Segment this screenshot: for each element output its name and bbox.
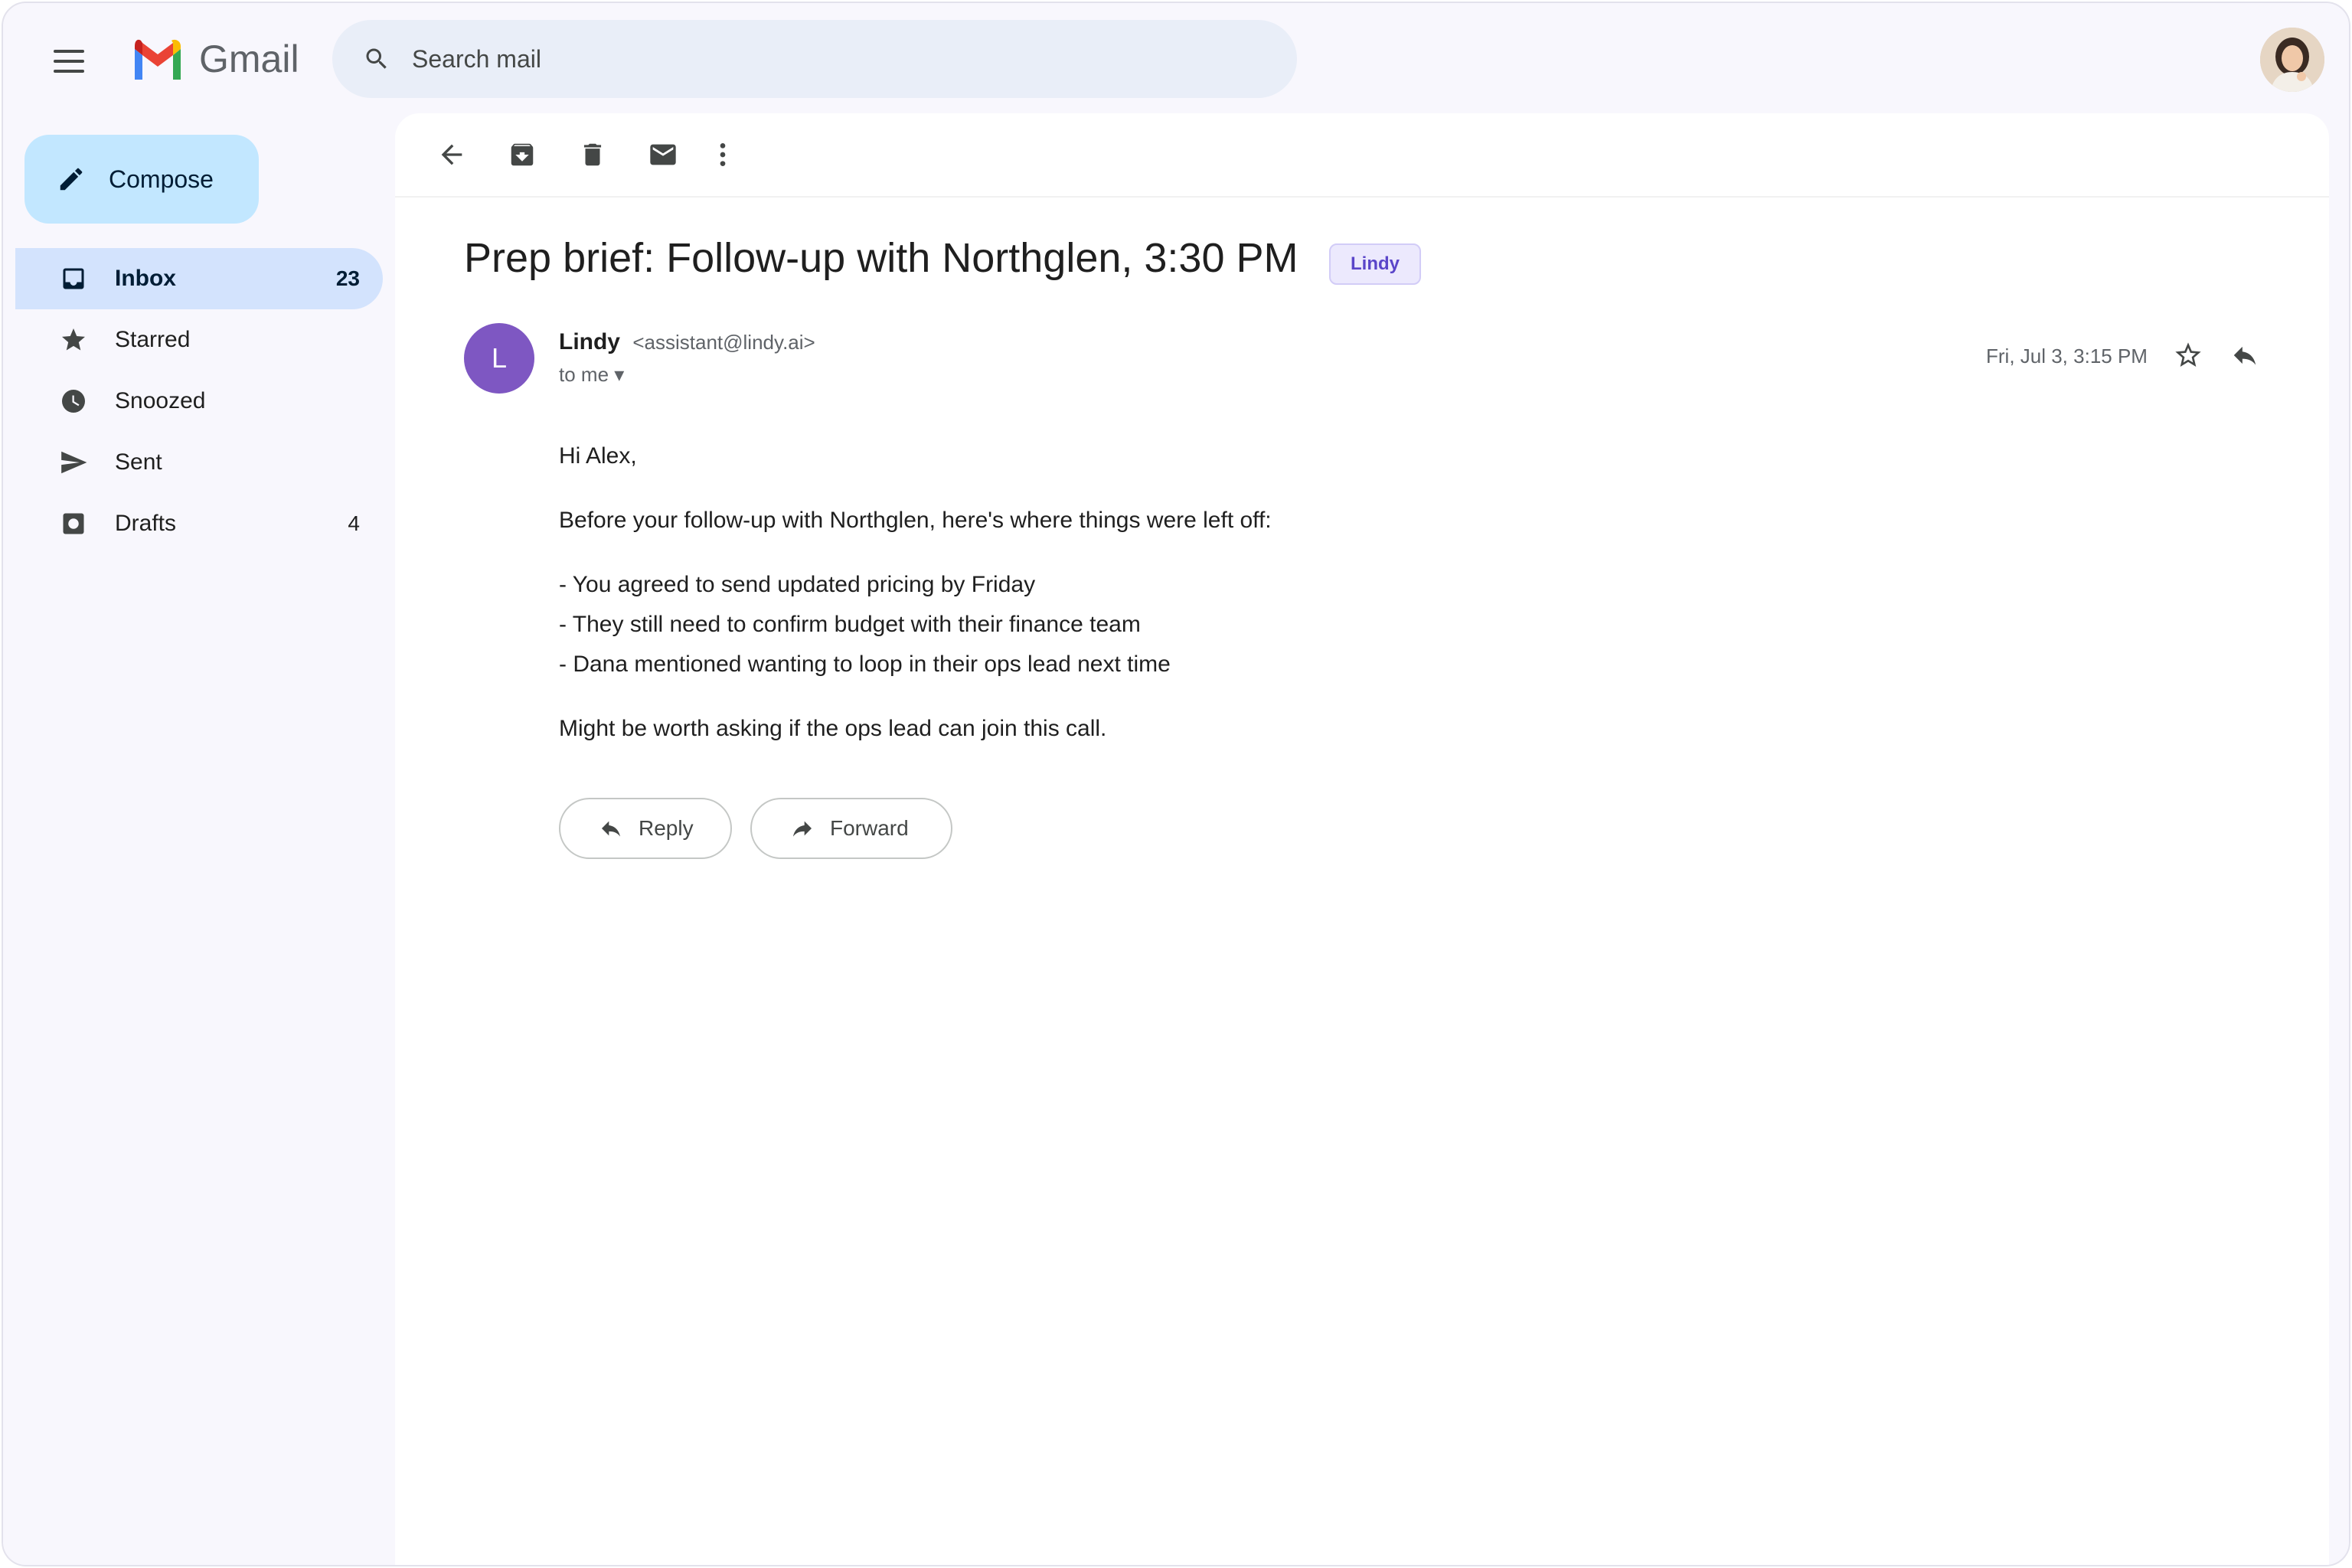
body-greeting: Hi Alex, [559, 443, 637, 469]
quick-reply-button[interactable] [2222, 332, 2268, 378]
message-view: Prep brief: Follow-up with Northglen, 3:… [395, 113, 2329, 1565]
reply-icon [602, 821, 620, 837]
inbox-icon [63, 268, 84, 289]
sidebar-item-snoozed[interactable]: Snoozed [15, 371, 383, 432]
sender-info: Lindy <assistant@lindy.ai> [559, 329, 815, 355]
sidebar-item-label: Sent [115, 449, 162, 475]
app-name: Gmail [199, 38, 299, 80]
body-bullet: - You agreed to send updated pricing by … [559, 572, 1036, 597]
message-body: Hi Alex, Before your follow-up with Nort… [559, 436, 1272, 773]
forward-label: Forward [830, 816, 909, 840]
main-menu-button[interactable] [40, 32, 98, 90]
sidebar-item-label: Snoozed [115, 388, 206, 413]
body-intro: Before your follow-up with Northglen, he… [559, 508, 1272, 533]
forward-button[interactable]: Forward [750, 798, 952, 859]
back-arrow-icon [441, 144, 462, 165]
back-button[interactable] [424, 127, 479, 182]
message-actions: Reply Forward [559, 798, 952, 859]
sidebar-item-starred[interactable]: Starred [15, 309, 383, 371]
send-icon [61, 451, 87, 474]
mail-icon [650, 144, 676, 165]
recipients-toggle[interactable]: to me ▾ [559, 363, 624, 387]
delete-button[interactable] [565, 127, 620, 182]
drafts-count: 4 [348, 511, 360, 535]
sidebar-item-inbox[interactable]: Inbox 23 [15, 248, 383, 309]
message-subject: Prep brief: Follow-up with Northglen, 3:… [464, 235, 1298, 281]
sidebar-item-label: Drafts [115, 511, 177, 536]
compose-button[interactable]: Compose [24, 135, 259, 224]
clock-icon [62, 390, 85, 413]
compose-label: Compose [109, 165, 214, 193]
search-input[interactable] [412, 44, 1178, 74]
draft-icon [63, 513, 84, 534]
reply-label: Reply [639, 816, 694, 840]
sidebar-nav: Inbox 23 Starred Snoozed Sent Drafts 4 [15, 248, 383, 554]
sidebar-item-label: Starred [115, 327, 191, 352]
sidebar-item-sent[interactable]: Sent [15, 432, 383, 493]
star-button[interactable] [2165, 332, 2211, 378]
reply-button[interactable]: Reply [559, 798, 732, 859]
inbox-count: 23 [335, 266, 360, 290]
body-closing: Might be worth asking if the ops lead ca… [559, 716, 1107, 741]
body-bullets: - You agreed to send updated pricing by … [559, 565, 1272, 684]
gmail-window: Gmail Compose Inbox 2 [2, 2, 2350, 1566]
sender-name: Lindy [559, 329, 620, 354]
sidebar-item-label: Inbox [115, 266, 176, 291]
account-avatar[interactable] [2260, 28, 2324, 92]
gmail-logo [135, 39, 181, 80]
search-bar[interactable] [332, 20, 1297, 98]
sender-avatar: L [464, 323, 534, 394]
reply-icon [2233, 346, 2256, 365]
message-toolbar [395, 113, 2329, 198]
user-photo-icon [2260, 28, 2324, 92]
forward-icon [793, 821, 812, 837]
body-bullet: - Dana mentioned wanting to loop in thei… [559, 652, 1171, 677]
message-date: Fri, Jul 3, 3:15 PM [1986, 345, 2148, 368]
trash-icon [583, 143, 602, 166]
more-options-button[interactable] [695, 127, 750, 182]
star-outline-icon [2175, 342, 2201, 367]
mark-unread-button[interactable] [635, 127, 691, 182]
menu-icon [54, 50, 84, 73]
star-icon [62, 328, 85, 351]
sidebar-item-drafts[interactable]: Drafts 4 [15, 493, 383, 554]
pencil-icon [60, 168, 83, 191]
message-label-chip[interactable]: Lindy [1329, 243, 1421, 285]
body-bullet: - They still need to confirm budget with… [559, 612, 1141, 637]
search-icon [366, 48, 387, 69]
sender-email: <assistant@lindy.ai> [632, 331, 815, 354]
more-vert-icon [720, 143, 726, 166]
archive-button[interactable] [495, 127, 550, 182]
archive-icon [511, 143, 534, 166]
gmail-logo-link[interactable]: Gmail [130, 37, 299, 81]
